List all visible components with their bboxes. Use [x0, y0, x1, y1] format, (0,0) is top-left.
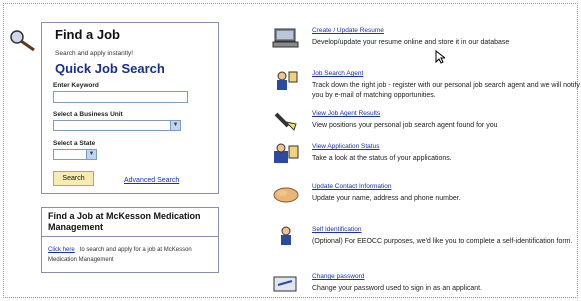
keyword-input[interactable] — [53, 91, 188, 103]
click-here-link[interactable]: Click here — [48, 247, 75, 253]
mckesson-panel: Find a Job at McKesson Medication Manage… — [41, 207, 219, 273]
keyword-label: Enter Keyword — [53, 82, 99, 89]
mouse-cursor-icon — [435, 50, 445, 64]
mckesson-title: Find a Job at McKesson Medication Manage… — [48, 211, 201, 232]
view-application-status-desc: Take a look at the status of your applic… — [312, 155, 452, 162]
change-password-desc: Change your password used to sign in as … — [312, 285, 483, 292]
password-icon — [273, 276, 297, 292]
update-contact-desc: Update your name, address and phone numb… — [312, 195, 461, 202]
person-icon — [281, 226, 291, 245]
job-search-agent-link[interactable]: Job Search Agent — [312, 70, 363, 77]
magnifier-icon — [10, 30, 35, 52]
flashlight-icon — [274, 112, 297, 131]
chevron-down-icon[interactable]: ▼ — [86, 150, 96, 159]
create-resume-desc: Develop/update your resume online and st… — [312, 39, 510, 46]
state-select[interactable]: ▼ — [53, 149, 97, 160]
mckesson-text: Click here to search and apply for a job… — [48, 245, 216, 265]
status-icon — [274, 143, 299, 163]
divider — [42, 236, 218, 237]
create-resume-link[interactable]: Create / Update Resume — [312, 27, 384, 34]
view-agent-results-desc: View positions your personal job search … — [312, 122, 498, 129]
handshake-icon — [273, 187, 299, 203]
self-identification-link[interactable]: Self Identification — [312, 226, 362, 233]
self-identification-desc: (Optional) For EEOCC purposes, we'd like… — [312, 238, 573, 245]
view-agent-results-link[interactable]: View Job Agent Results — [312, 110, 380, 117]
find-job-title: Find a Job — [55, 27, 120, 42]
agent-icon — [277, 71, 298, 90]
change-password-link[interactable]: Change password — [312, 273, 364, 280]
quick-job-search-heading: Quick Job Search — [55, 61, 165, 76]
chevron-down-icon[interactable]: ▼ — [170, 121, 180, 130]
quick-search-panel: Find a Job Search and apply instantly! Q… — [41, 22, 219, 194]
state-label: Select a State — [53, 140, 96, 147]
job-search-agent-desc: Track down the right job - register with… — [312, 82, 580, 99]
view-application-status-link[interactable]: View Application Status — [312, 143, 379, 150]
search-button[interactable]: Search — [53, 171, 94, 186]
business-unit-label: Select a Business Unit — [53, 111, 123, 118]
find-job-subtitle: Search and apply instantly! — [55, 50, 134, 57]
business-unit-select[interactable]: ▼ — [53, 120, 181, 131]
update-contact-link[interactable]: Update Contact Information — [312, 183, 392, 190]
computer-icon — [272, 28, 299, 48]
advanced-search-link[interactable]: Advanced Search — [124, 177, 179, 184]
